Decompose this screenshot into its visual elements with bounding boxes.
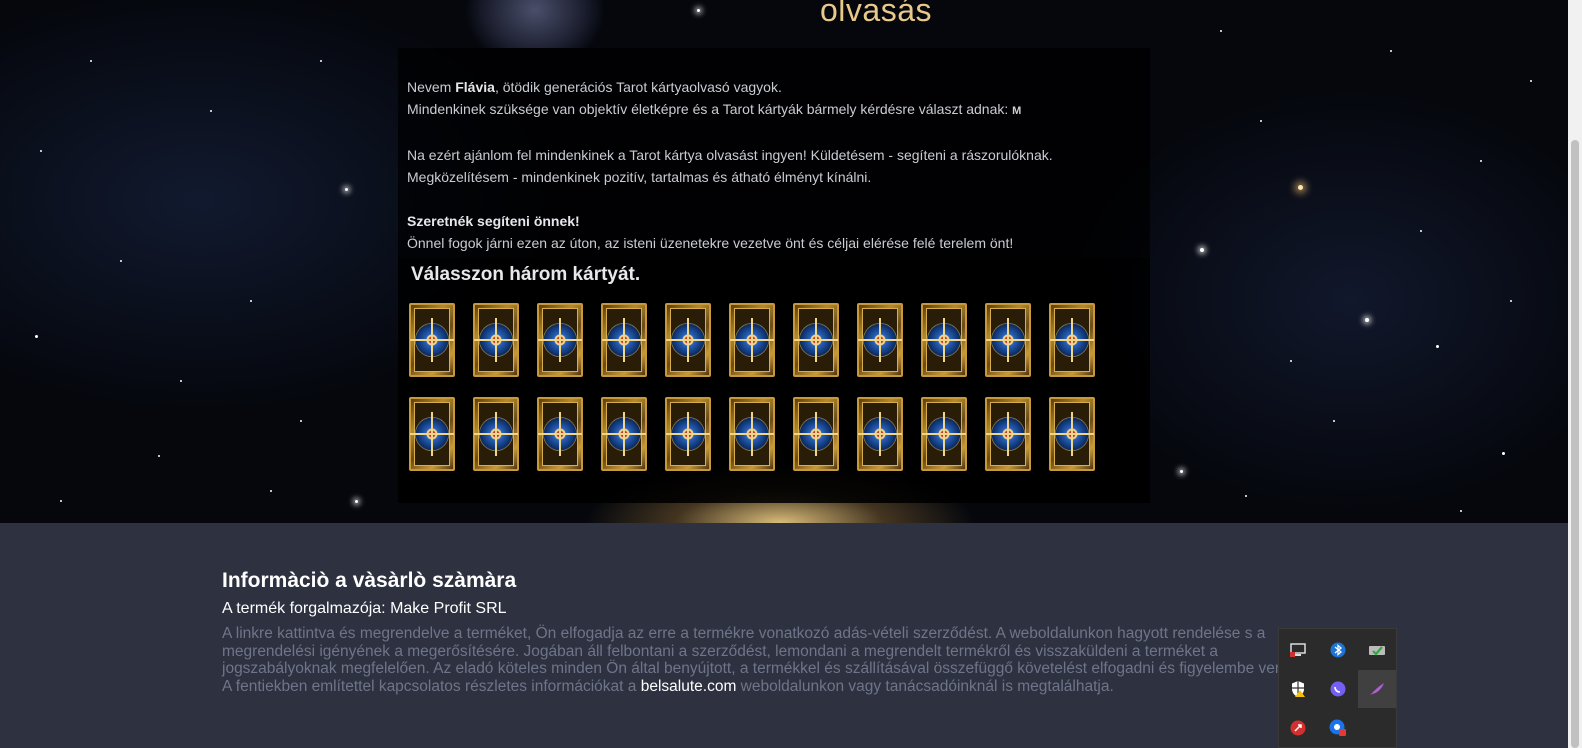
- security-check-icon[interactable]: [1358, 631, 1396, 669]
- card-row-1: [409, 303, 1095, 377]
- tarot-card[interactable]: [601, 397, 647, 471]
- card-row-2: [409, 397, 1095, 471]
- star: [90, 60, 92, 62]
- tarot-card[interactable]: [409, 303, 455, 377]
- hero-title: olvasás: [820, 0, 932, 28]
- footer-legal-text: A linkre kattintva és megrendelve a term…: [222, 625, 1300, 695]
- star: [1298, 185, 1303, 190]
- network-icon[interactable]: [1279, 631, 1317, 669]
- star: [697, 9, 700, 12]
- reader-photo: [460, 0, 610, 48]
- star: [60, 500, 62, 502]
- star: [1530, 80, 1532, 82]
- bluetooth-icon[interactable]: [1319, 631, 1357, 669]
- chrome-update-icon[interactable]: [1319, 709, 1357, 747]
- star: [300, 420, 302, 422]
- content-panel: Nevem Flávia, ötödik generációs Tarot ká…: [398, 48, 1150, 503]
- tarot-card[interactable]: [601, 303, 647, 377]
- tarot-card[interactable]: [921, 397, 967, 471]
- windows-security-icon[interactable]: [1279, 670, 1317, 708]
- intro-line-2: Mindenkinek szüksége van objektív életké…: [407, 101, 1022, 117]
- tarot-card[interactable]: [473, 397, 519, 471]
- star: [320, 60, 322, 62]
- star: [210, 110, 212, 112]
- star: [1436, 345, 1439, 348]
- intro-line-1: Nevem Flávia, ötödik generációs Tarot ká…: [407, 79, 782, 95]
- intro-line-3: Na ezért ajánlom fel mindenkinek a Tarot…: [407, 147, 1053, 163]
- tarot-card[interactable]: [793, 303, 839, 377]
- card-selection: Válasszon három kártyát.: [398, 258, 1150, 503]
- viber-icon[interactable]: [1319, 670, 1357, 708]
- star: [1180, 470, 1183, 473]
- tarot-card[interactable]: [473, 303, 519, 377]
- antivirus-icon[interactable]: [1279, 709, 1317, 747]
- page-scrollbar[interactable]: [1568, 0, 1582, 748]
- tarot-card[interactable]: [985, 303, 1031, 377]
- tarot-card[interactable]: [729, 397, 775, 471]
- tarot-card[interactable]: [665, 397, 711, 471]
- reader-name: Flávia: [455, 79, 495, 95]
- scrollbar-thumb[interactable]: [1571, 140, 1579, 748]
- star: [1245, 495, 1247, 497]
- footer-distributor: A termék forgalmazója: Make Profit SRL: [222, 600, 507, 617]
- star: [1200, 248, 1204, 252]
- tarot-card[interactable]: [793, 397, 839, 471]
- tarot-card[interactable]: [857, 397, 903, 471]
- star: [345, 188, 348, 191]
- tarot-card[interactable]: [921, 303, 967, 377]
- tarot-card[interactable]: [729, 303, 775, 377]
- mark-glyph: M: [1012, 105, 1022, 117]
- star: [1290, 360, 1292, 362]
- star: [158, 455, 160, 457]
- hero-starfield: olvasás Nevem Flávia, ötödik generációs …: [0, 0, 1568, 523]
- star: [1220, 30, 1222, 32]
- tarot-card[interactable]: [1049, 303, 1095, 377]
- tarot-card[interactable]: [537, 303, 583, 377]
- star: [1480, 160, 1482, 162]
- card-selection-title: Válasszon három kártyát.: [411, 264, 641, 285]
- star: [1365, 318, 1369, 322]
- footer-site-link[interactable]: belsalute.com: [641, 678, 737, 695]
- feather-icon[interactable]: [1358, 670, 1396, 708]
- tarot-card[interactable]: [537, 397, 583, 471]
- star: [1333, 420, 1335, 422]
- star: [1260, 120, 1262, 122]
- star: [355, 500, 358, 503]
- intro-text: Nevem Flávia, ötödik generációs Tarot ká…: [407, 76, 1142, 254]
- tarot-card[interactable]: [985, 397, 1031, 471]
- star: [270, 490, 272, 492]
- intro-line-6: Önnel fogok járni ezen az úton, az isten…: [407, 235, 1014, 251]
- tarot-card[interactable]: [409, 397, 455, 471]
- footer-title: Informàciò a vàsàrlò szàmàra: [222, 569, 517, 592]
- star: [1420, 230, 1422, 232]
- system-tray-overflow: [1278, 628, 1397, 748]
- intro-line-4: Megközelítésem - mindenkinek pozitív, ta…: [407, 169, 872, 185]
- star: [180, 380, 182, 382]
- star: [250, 300, 252, 302]
- tarot-card[interactable]: [1049, 397, 1095, 471]
- star: [1510, 300, 1512, 302]
- star: [35, 335, 38, 338]
- star: [120, 260, 122, 262]
- tarot-card[interactable]: [665, 303, 711, 377]
- star: [40, 150, 42, 152]
- star: [1502, 452, 1505, 455]
- star: [1390, 50, 1392, 52]
- tarot-card[interactable]: [857, 303, 903, 377]
- star: [1460, 510, 1462, 512]
- intro-line-5: Szeretnék segíteni önnek!: [407, 213, 580, 229]
